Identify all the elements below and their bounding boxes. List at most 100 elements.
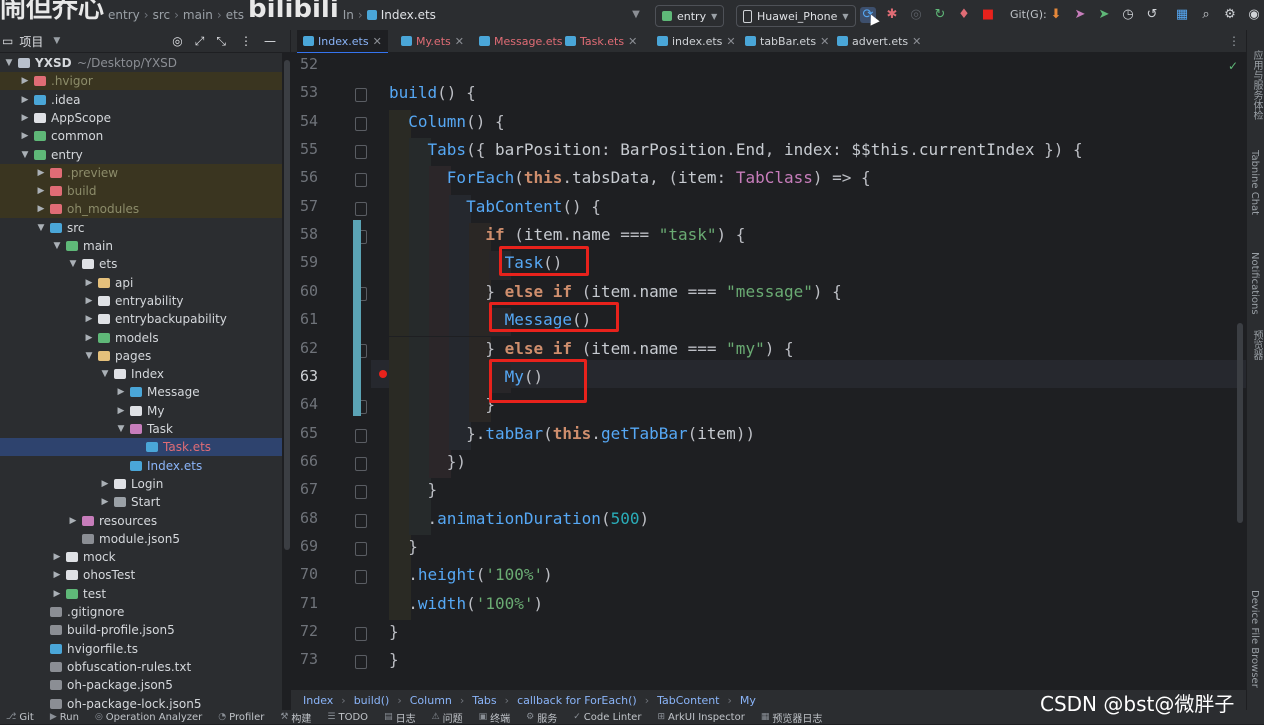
tree-item[interactable]: ▶ Message xyxy=(0,383,282,401)
editor-tab[interactable]: My.ets ✕ xyxy=(395,30,470,52)
chevron-down-icon[interactable]: ▼ xyxy=(53,36,60,46)
chevron-down-icon[interactable]: ▼ xyxy=(100,365,110,383)
git-commit-icon[interactable]: ➤ xyxy=(1096,7,1112,23)
editor-tab[interactable]: Index.ets ✕ xyxy=(297,30,388,54)
tree-item[interactable]: ▶ entrybackupability xyxy=(0,310,282,328)
code-area[interactable]: build() { Column() { Tabs({ barPosition:… xyxy=(291,53,1246,689)
bottom-tool-button[interactable]: ⎇ Git xyxy=(6,712,34,723)
editor-tab[interactable]: advert.ets ✕ xyxy=(831,30,927,52)
tree-item[interactable]: ▶ resources xyxy=(0,512,282,530)
chevron-right-icon[interactable]: ▶ xyxy=(68,512,78,530)
project-view-title[interactable]: 项目 xyxy=(19,33,43,50)
breadcrumb-item[interactable]: Column xyxy=(410,694,452,707)
tree-item[interactable]: ▶ ohosTest xyxy=(0,566,282,584)
breadcrumb-item[interactable]: Tabs xyxy=(472,694,496,707)
close-icon[interactable]: ✕ xyxy=(628,35,637,48)
side-tool-window[interactable]: 预览器 xyxy=(1249,330,1264,360)
code-line[interactable]: } else if (item.name === "my") { xyxy=(389,339,793,358)
tree-scrollbar[interactable] xyxy=(284,60,290,550)
tree-item[interactable]: Task.ets xyxy=(0,438,282,457)
locate-icon[interactable]: ◎ xyxy=(172,34,182,48)
bottom-tool-button[interactable]: ⚒ 构建 xyxy=(280,710,311,725)
chevron-right-icon[interactable]: ▶ xyxy=(36,182,46,200)
code-line[interactable]: .animationDuration(500) xyxy=(389,509,650,528)
close-icon[interactable]: ✕ xyxy=(912,35,921,48)
profile-icon[interactable]: ♦ xyxy=(956,7,972,23)
chevron-right-icon[interactable]: ▶ xyxy=(20,127,30,145)
chevron-right-icon[interactable]: ▶ xyxy=(20,91,30,109)
breadcrumb-item[interactable]: TabContent xyxy=(657,694,719,707)
path-entry[interactable]: entry xyxy=(108,8,140,22)
breadcrumb-item[interactable]: build() xyxy=(354,694,390,707)
tree-item[interactable]: ▼ pages xyxy=(0,347,282,365)
code-line[interactable]: ForEach(this.tabsData, (item: TabClass) … xyxy=(389,168,871,187)
collapse-icon[interactable]: ⤡ xyxy=(216,34,226,49)
rerun-icon[interactable]: ↻ xyxy=(932,7,948,23)
editor-scrollbar[interactable] xyxy=(1237,323,1243,523)
bottom-tool-button[interactable]: ▦ 预览器日志 xyxy=(761,710,823,725)
code-line[interactable]: .width('100%') xyxy=(389,594,543,613)
device-select[interactable]: Huawei_Phone ▼ xyxy=(736,5,856,27)
bottom-tool-button[interactable]: ✓ Code Linter xyxy=(573,712,641,723)
close-icon[interactable]: ✕ xyxy=(455,35,464,48)
breakpoint-icon[interactable] xyxy=(379,370,387,378)
chevron-down-icon[interactable]: ▼ xyxy=(84,347,94,365)
chevron-down-icon[interactable]: ▼ xyxy=(628,7,644,23)
bottom-tool-button[interactable]: ◎ Operation Analyzer xyxy=(95,712,202,723)
tree-item[interactable]: ▶ .idea xyxy=(0,91,282,109)
attach-icon[interactable]: ◎ xyxy=(908,7,924,23)
tree-item[interactable]: ▶ My xyxy=(0,402,282,420)
code-line[interactable]: TabContent() { xyxy=(389,197,601,216)
code-line[interactable]: } xyxy=(389,395,495,414)
tree-item[interactable]: ▼ src xyxy=(0,219,282,237)
bottom-tool-button[interactable]: ▣ 终端 xyxy=(479,710,511,725)
bottom-tool-button[interactable]: ☰ TODO xyxy=(327,712,368,723)
breadcrumb-item[interactable]: My xyxy=(740,694,756,707)
expand-icon[interactable]: ⤢ xyxy=(195,34,205,49)
tree-item[interactable]: hvigorfile.ts xyxy=(0,640,282,658)
stop-icon[interactable]: ■ xyxy=(980,7,996,23)
code-line[interactable]: }) xyxy=(389,452,466,471)
close-icon[interactable]: ✕ xyxy=(726,35,735,48)
code-line[interactable]: } else if (item.name === "message") { xyxy=(389,282,841,301)
bottom-tool-button[interactable]: ▶ Run xyxy=(50,712,79,723)
chevron-right-icon[interactable]: ▶ xyxy=(52,548,62,566)
code-line[interactable]: }.tabBar(this.getTabBar(item)) xyxy=(389,424,755,443)
tree-item[interactable]: oh-package.json5 xyxy=(0,676,282,694)
bottom-tool-button[interactable]: ⚙ 服务 xyxy=(526,710,557,725)
side-tool-window[interactable]: Device File Browser xyxy=(1249,590,1260,688)
chevron-right-icon[interactable]: ▶ xyxy=(52,585,62,603)
code-line[interactable]: Tabs({ barPosition: BarPosition.End, ind… xyxy=(389,140,1083,159)
chevron-right-icon[interactable]: ▶ xyxy=(84,310,94,328)
chevron-right-icon[interactable]: ▶ xyxy=(84,292,94,310)
code-line[interactable]: } xyxy=(389,650,399,669)
chevron-right-icon[interactable]: ▶ xyxy=(84,274,94,292)
chevron-down-icon[interactable]: ▼ xyxy=(52,237,62,255)
chevron-right-icon[interactable]: ▶ xyxy=(20,109,30,127)
tree-item[interactable]: ▶ models xyxy=(0,329,282,347)
git-update-icon[interactable]: ⬇ xyxy=(1048,7,1064,23)
debug-bug-icon[interactable]: ✱ xyxy=(884,7,900,23)
path-idx[interactable]: In xyxy=(343,8,354,22)
path-main[interactable]: main xyxy=(183,8,213,22)
chevron-right-icon[interactable]: ▶ xyxy=(116,402,126,420)
tree-item[interactable]: ▶ .preview xyxy=(0,163,282,182)
tree-item[interactable]: module.json5 xyxy=(0,530,282,548)
side-tool-window[interactable]: Tabnine Chat xyxy=(1249,150,1260,215)
tree-item[interactable]: build-profile.json5 xyxy=(0,621,282,639)
code-editor[interactable]: 52 53 54 55 56 57 58 59 60 61 62 63 64 65 66 67 68 69 70 71… xyxy=(291,53,1246,689)
search-icon[interactable]: ⌕ xyxy=(1198,7,1214,23)
hide-panel-icon[interactable]: — xyxy=(264,34,276,48)
tree-item[interactable]: ▼ main xyxy=(0,237,282,255)
chevron-right-icon[interactable]: ▶ xyxy=(20,72,30,90)
chevron-right-icon[interactable]: ▶ xyxy=(36,164,46,182)
tree-item[interactable]: ▶ test xyxy=(0,585,282,603)
bottom-tool-button[interactable]: ⚠ 问题 xyxy=(432,710,463,725)
path-file[interactable]: Index.ets xyxy=(381,8,436,22)
side-tool-window[interactable]: 应用与服务体检 xyxy=(1249,50,1264,120)
tree-item[interactable]: ▶ mock xyxy=(0,548,282,566)
editor-tab[interactable]: Task.ets ✕ xyxy=(559,30,643,52)
code-line[interactable]: } xyxy=(389,480,438,499)
breadcrumb-item[interactable]: Index xyxy=(303,694,333,707)
tree-item[interactable]: Index.ets xyxy=(0,457,282,475)
